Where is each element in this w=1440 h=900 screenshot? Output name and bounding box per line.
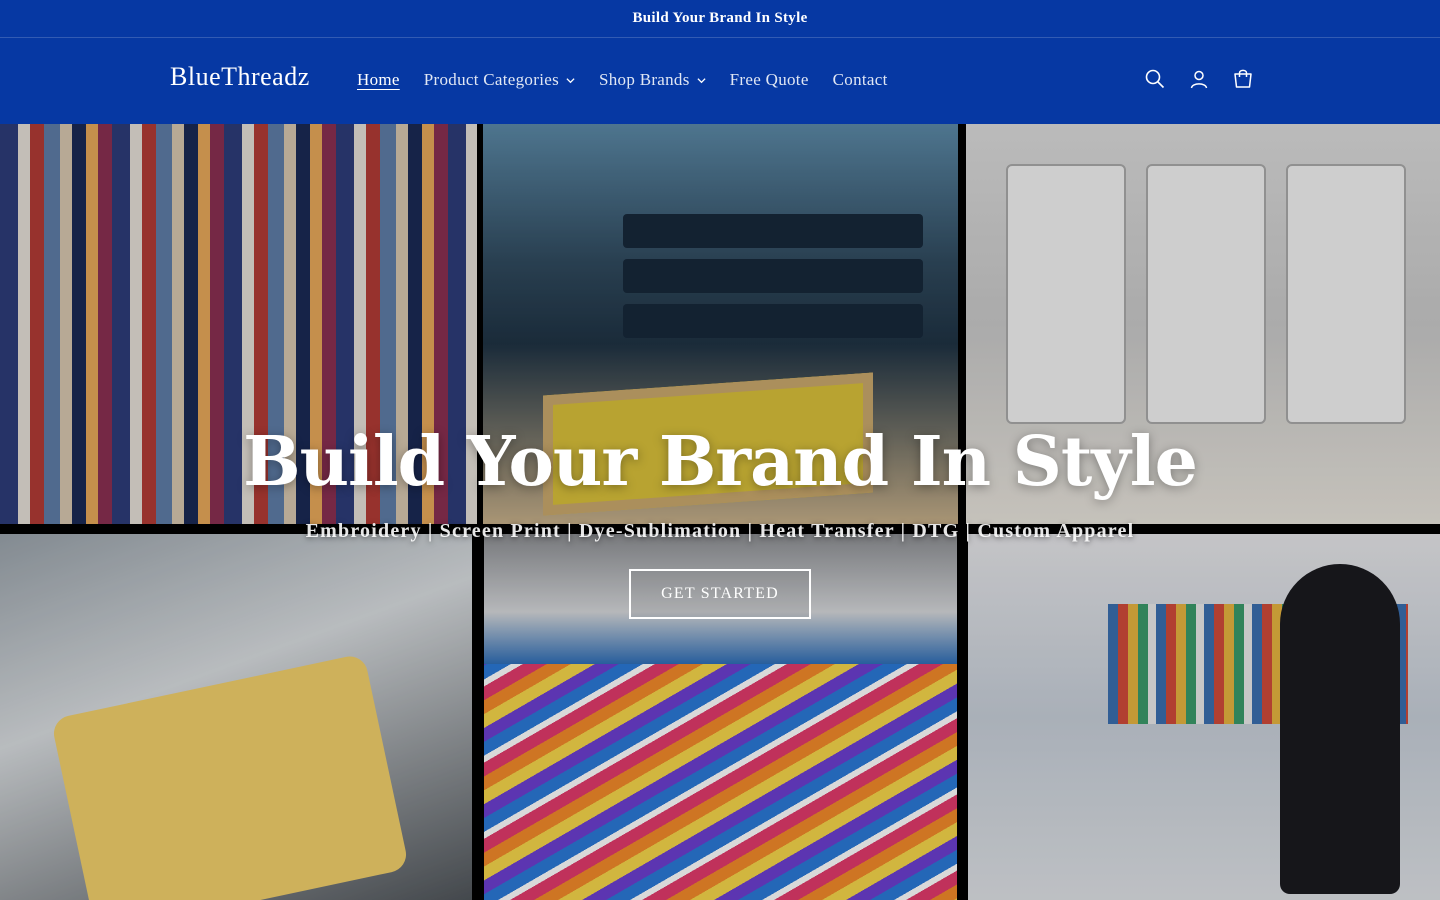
chevron-down-icon <box>697 77 706 83</box>
search-icon[interactable] <box>1144 68 1166 90</box>
cart-icon[interactable] <box>1232 68 1254 90</box>
nav-contact[interactable]: Contact <box>821 66 900 94</box>
main-nav: Home Product Categories Shop Brands Free… <box>345 66 900 94</box>
account-icon[interactable] <box>1188 68 1210 90</box>
site-logo[interactable]: BlueThreadz <box>170 62 310 92</box>
nav-free-quote-label: Free Quote <box>729 70 809 89</box>
nav-product-categories[interactable]: Product Categories <box>412 66 587 94</box>
nav-home-label: Home <box>357 70 400 89</box>
get-started-button[interactable]: GET STARTED <box>629 569 811 619</box>
nav-home[interactable]: Home <box>345 66 412 94</box>
announcement-bar: Build Your Brand In Style <box>0 0 1440 38</box>
hero-banner: Build Your Brand In Style Embroidery | S… <box>0 124 1440 900</box>
header-icons <box>1144 68 1254 90</box>
nav-free-quote[interactable]: Free Quote <box>718 66 821 94</box>
chevron-down-icon <box>566 77 575 83</box>
nav-shop-brands-label: Shop Brands <box>598 70 690 89</box>
nav-product-categories-label: Product Categories <box>423 70 559 89</box>
nav-contact-label: Contact <box>832 70 888 89</box>
announcement-text: Build Your Brand In Style <box>632 10 808 26</box>
hero-title: Build Your Brand In Style <box>243 422 1198 502</box>
site-header: BlueThreadz Home Product Categories Shop… <box>0 38 1440 124</box>
hero-subtitle: Embroidery | Screen Print | Dye-Sublimat… <box>305 520 1135 542</box>
hero-content: Build Your Brand In Style Embroidery | S… <box>0 124 1440 900</box>
nav-shop-brands[interactable]: Shop Brands <box>587 66 718 94</box>
